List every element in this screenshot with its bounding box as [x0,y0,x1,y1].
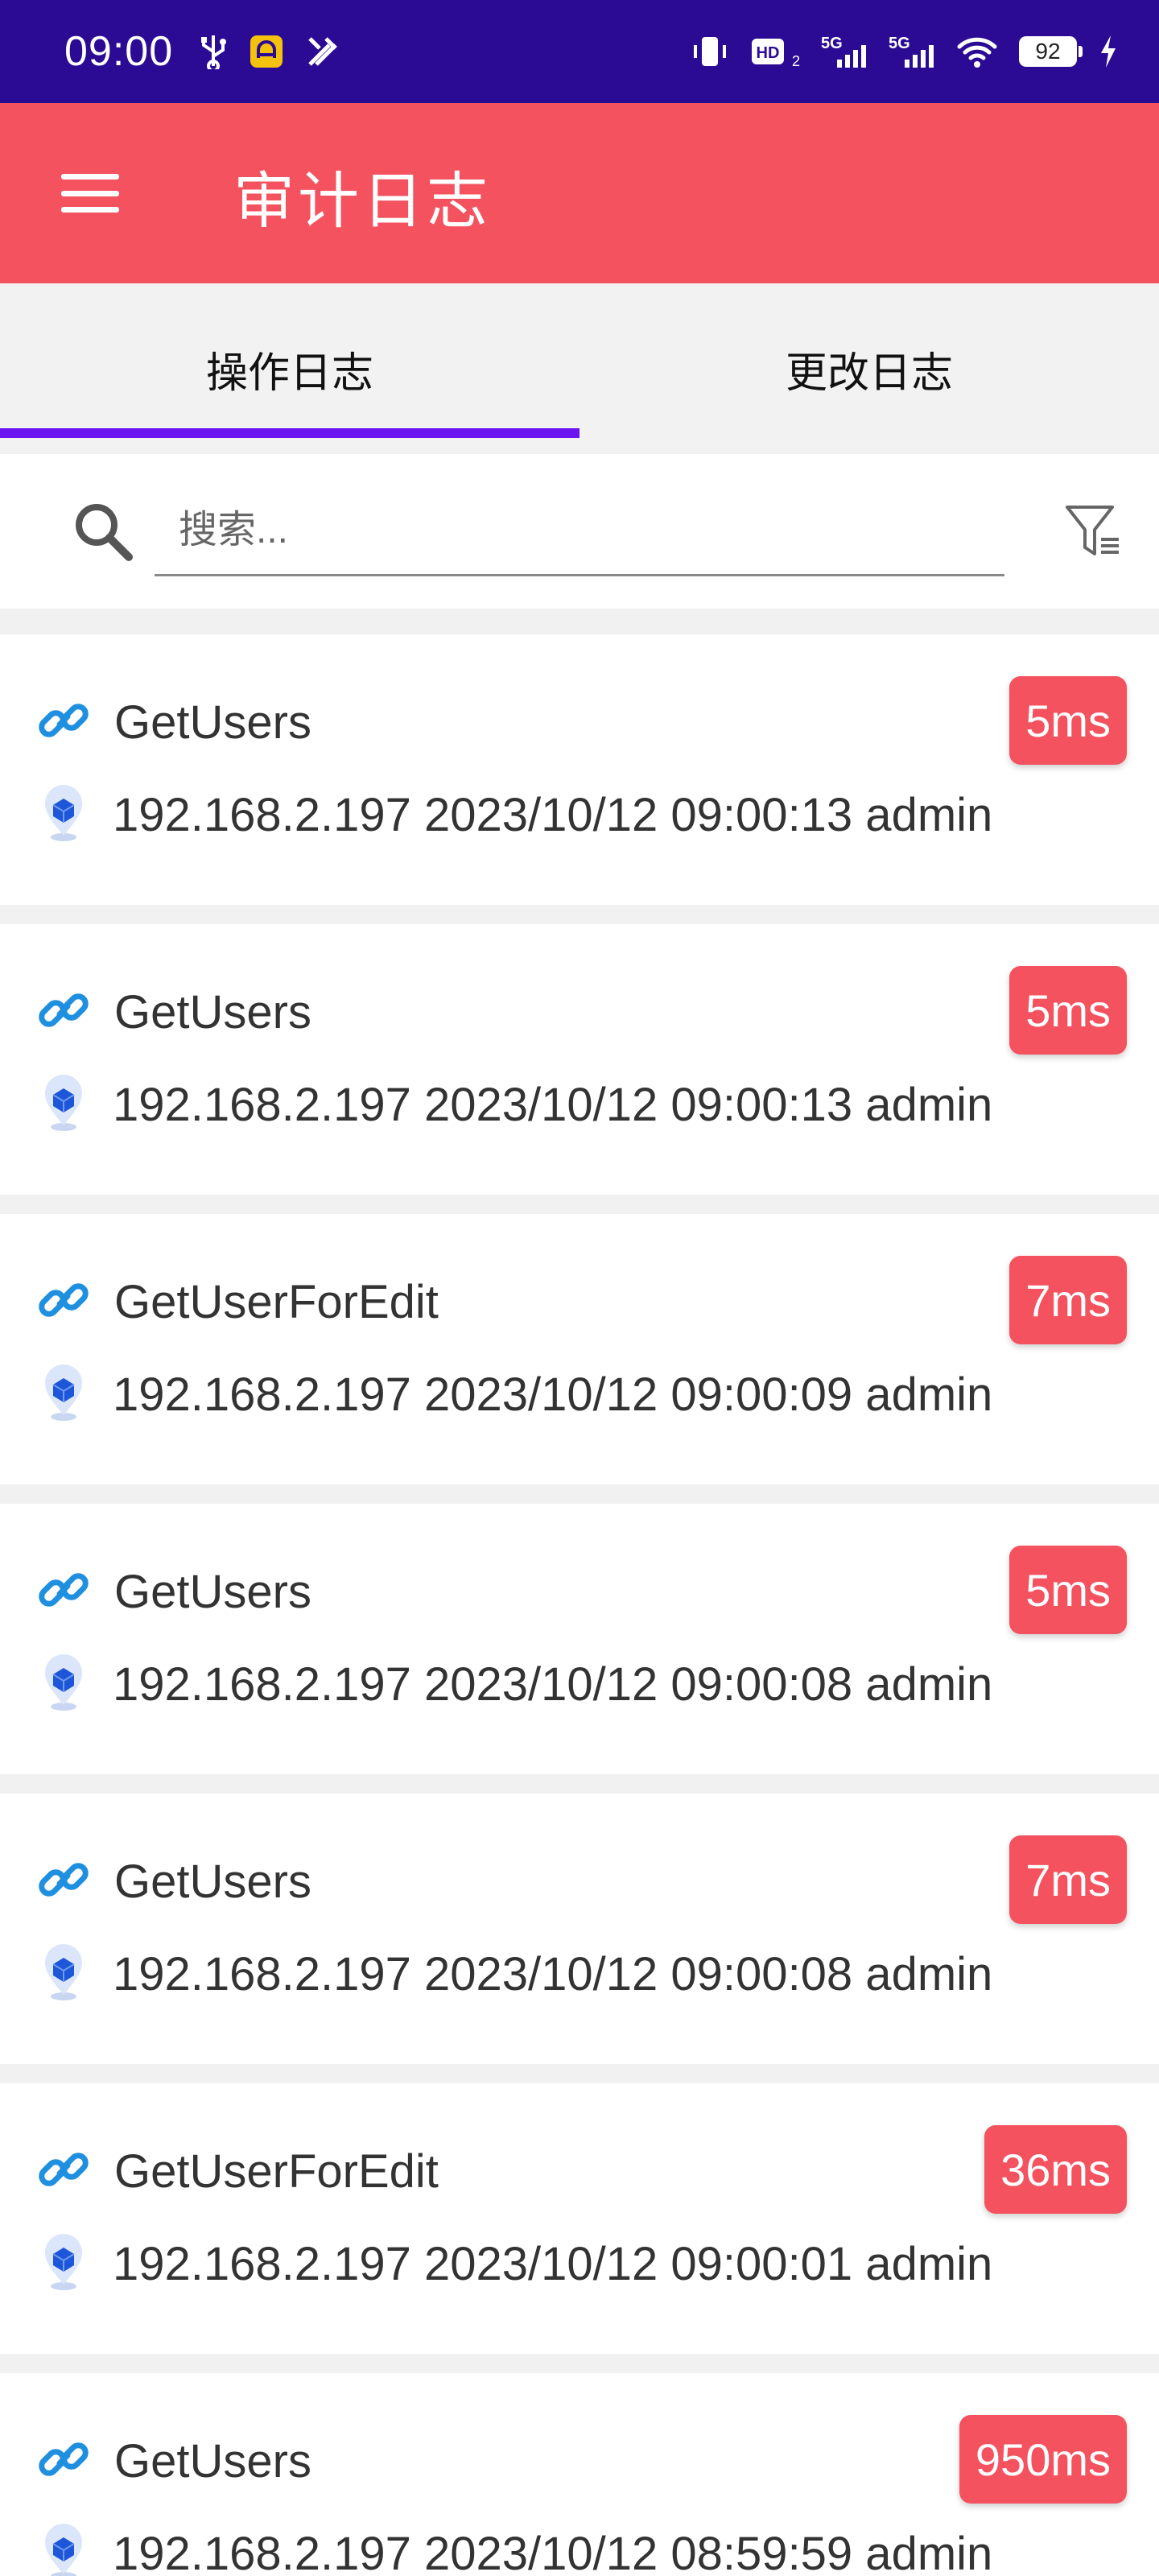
list-item[interactable]: GetUserForEdit 192.168.2.197 2023/10/12 … [0,2083,1159,2354]
log-info: 192.168.2.197 2023/10/12 09:00:13 admin [113,789,993,841]
log-method: GetUserForEdit [114,1276,439,1328]
list-item[interactable]: GetUserForEdit 192.168.2.197 2023/10/12 … [0,1214,1159,1484]
link-icon [35,692,92,753]
log-method: GetUsers [114,1566,311,1618]
wifi-icon [956,34,998,69]
svg-text:2: 2 [792,53,800,69]
tab-change-log[interactable]: 更改日志 [580,283,1159,454]
log-method: GetUsers [114,2435,311,2487]
search-icon[interactable] [69,497,137,565]
log-info: 192.168.2.197 2023/10/12 09:00:09 admin [113,1368,993,1421]
vibrate-icon [691,32,729,71]
log-method: GetUsers [114,1856,311,1908]
link-icon [35,982,92,1042]
status-right: HD 2 5G 5G 92 [691,32,1119,71]
duration-badge: 36ms [984,2125,1127,2214]
location-pin-icon [35,781,92,849]
charging-icon [1098,34,1119,69]
log-info: 192.168.2.197 2023/10/12 09:00:01 admin [113,2238,993,2290]
link-icon [35,1562,92,1622]
status-left-icons [199,34,340,69]
usb-icon [199,34,228,69]
tab-bar: 操作日志 更改日志 [0,283,1159,454]
app-notification-icon [249,34,284,69]
link-icon [35,1852,92,1912]
link-icon [35,2431,92,2491]
svg-text:HD: HD [757,44,780,62]
list-item[interactable]: GetUsers 192.168.2.197 2023/10/12 09:00:… [0,924,1159,1195]
log-info: 192.168.2.197 2023/10/12 09:00:08 admin [113,1658,993,1711]
hamburger-menu-icon[interactable] [58,169,122,217]
log-info: 192.168.2.197 2023/10/12 09:00:08 admin [113,1948,993,2000]
list-item[interactable]: GetUsers 192.168.2.197 2023/10/12 08:59:… [0,2373,1159,2576]
location-pin-icon [35,2520,92,2576]
location-pin-icon [35,2230,92,2298]
status-time: 09:00 [64,28,174,75]
tools-icon [305,34,340,69]
duration-badge: 7ms [1009,1256,1127,1344]
link-icon [35,1272,92,1332]
log-info: 192.168.2.197 2023/10/12 08:59:59 admin [113,2528,993,2576]
battery-icon: 92 [1019,36,1083,67]
link-icon [35,2141,92,2202]
location-pin-icon [35,1360,92,1429]
search-input[interactable] [155,486,1004,576]
signal-5g-icon: 5G [821,34,868,69]
page-title: 审计日志 [233,167,491,236]
svg-text:5G: 5G [889,35,910,52]
hd-network-icon: HD 2 [750,34,800,69]
list-item[interactable]: GetUsers 192.168.2.197 2023/10/12 09:00:… [0,634,1159,905]
tab-operation-log[interactable]: 操作日志 [0,283,580,454]
svg-text:5G: 5G [821,35,843,52]
log-list: GetUsers 192.168.2.197 2023/10/12 09:00:… [0,634,1159,2576]
location-pin-icon [35,1071,92,1139]
app-bar: 审计日志 [0,103,1159,283]
filter-icon[interactable] [1061,497,1125,565]
list-item[interactable]: GetUsers 192.168.2.197 2023/10/12 09:00:… [0,1504,1159,1774]
signal-5g-icon: 5G [889,34,935,69]
log-method: GetUsers [114,986,311,1038]
location-pin-icon [35,1940,92,2008]
status-bar: 09:00 HD 2 5G 5G 92 [0,0,1159,103]
duration-badge: 7ms [1009,1835,1127,1924]
duration-badge: 950ms [959,2415,1127,2504]
duration-badge: 5ms [1009,676,1127,765]
duration-badge: 5ms [1009,966,1127,1055]
list-item[interactable]: GetUsers 192.168.2.197 2023/10/12 09:00:… [0,1794,1159,2064]
search-bar [0,454,1159,609]
duration-badge: 5ms [1009,1546,1127,1634]
log-method: GetUsers [114,696,311,749]
location-pin-icon [35,1650,92,1719]
log-method: GetUserForEdit [114,2145,439,2198]
log-info: 192.168.2.197 2023/10/12 09:00:13 admin [113,1079,993,1131]
